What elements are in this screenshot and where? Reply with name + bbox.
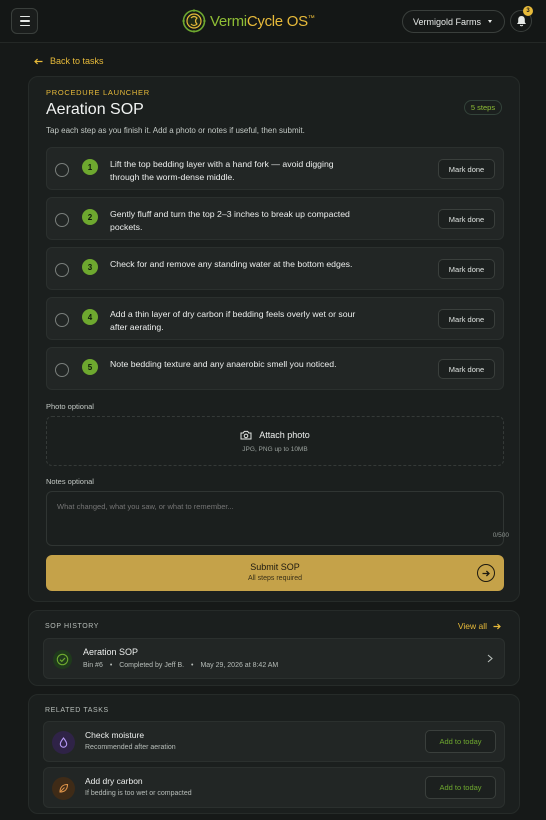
step-number: 1: [82, 159, 98, 175]
step-checkbox[interactable]: [55, 213, 69, 227]
mark-done-button[interactable]: Mark done: [438, 209, 495, 229]
chevron-right-icon: [487, 654, 493, 663]
task-subtitle: Recommended after aeration: [85, 744, 176, 751]
history-title: Aeration SOP: [83, 647, 139, 657]
step-number: 2: [82, 209, 98, 225]
caret-down-icon: [488, 20, 493, 23]
add-to-today-button[interactable]: Add to today: [425, 730, 496, 753]
step-item: 3 Check for and remove any standing wate…: [46, 247, 504, 290]
mark-done-button[interactable]: Mark done: [438, 159, 495, 179]
step-item: 5 Note bedding texture and any anaerobic…: [46, 347, 504, 390]
task-title: Add dry carbon: [85, 776, 143, 786]
notes-counter: 0/500: [492, 532, 509, 539]
sop-history-panel: SOP History View all Aeration SOP Bin #6…: [28, 610, 520, 686]
view-all-link[interactable]: View all: [458, 621, 501, 631]
menu-icon: [19, 15, 30, 18]
launcher-instructions: Tap each step as you finish it. Add a ph…: [46, 126, 305, 135]
step-checkbox[interactable]: [55, 263, 69, 277]
photo-hint: JPG, PNG up to 10MB: [242, 446, 308, 453]
step-number: 3: [82, 259, 98, 275]
step-checkbox[interactable]: [55, 313, 69, 327]
history-meta: Bin #6 • Completed by Jeff B. • May 29, …: [83, 662, 279, 669]
page-title: Aeration SOP: [46, 101, 144, 118]
photo-dropzone[interactable]: Attach photo JPG, PNG up to 10MB: [46, 416, 504, 466]
launcher-eyebrow: Procedure Launcher: [46, 88, 150, 97]
step-text: Lift the top bedding layer with a hand f…: [110, 159, 334, 182]
submit-sop-button[interactable]: Submit SOP All steps required: [46, 555, 504, 591]
related-task-item: Check moisture Recommended after aeratio…: [43, 721, 505, 762]
arrow-right-icon: [493, 623, 501, 629]
step-number: 5: [82, 359, 98, 375]
brand-name: VermiCycle OS™: [210, 12, 315, 30]
photo-label: Photo optional: [46, 402, 94, 411]
back-label: Back to tasks: [50, 56, 104, 66]
menu-button[interactable]: [11, 8, 38, 34]
task-subtitle: If bedding is too wet or compacted: [85, 790, 192, 797]
task-title: Check moisture: [85, 730, 145, 740]
related-task-item: Add dry carbon If bedding is too wet or …: [43, 767, 505, 808]
notes-label: Notes optional: [46, 477, 94, 486]
step-number: 4: [82, 309, 98, 325]
add-to-today-button[interactable]: Add to today: [425, 776, 496, 799]
notes-field[interactable]: [46, 491, 504, 546]
step-item: 4 Add a thin layer of dry carbon if bedd…: [46, 297, 504, 340]
procedure-launcher-panel: Procedure Launcher Aeration SOP 5 steps …: [28, 76, 520, 602]
top-bar: VermiCycle OS™ Vermigold Farms 3: [0, 0, 546, 43]
back-to-tasks-link[interactable]: Back to tasks: [34, 56, 104, 66]
camera-icon: [240, 430, 252, 440]
related-eyebrow: Related Tasks: [45, 707, 109, 714]
vermicycle-logo-icon: [182, 9, 206, 33]
history-item[interactable]: Aeration SOP Bin #6 • Completed by Jeff …: [43, 638, 505, 679]
step-item: 1 Lift the top bedding layer with a hand…: [46, 147, 504, 190]
check-circle-icon: [53, 650, 72, 669]
attach-photo-label: Attach photo: [259, 430, 310, 440]
arrow-right-icon: [477, 564, 495, 582]
farm-selector[interactable]: Vermigold Farms: [402, 10, 505, 33]
history-eyebrow: SOP History: [45, 623, 100, 630]
step-checkbox[interactable]: [55, 163, 69, 177]
droplet-icon: [52, 731, 75, 754]
step-text: Note bedding texture and any anaerobic s…: [110, 359, 337, 369]
farm-name: Vermigold Farms: [413, 16, 482, 27]
step-text: Add a thin layer of dry carbon if beddin…: [110, 309, 356, 332]
related-tasks-panel: Related Tasks Check moisture Recommended…: [28, 694, 520, 814]
mark-done-button[interactable]: Mark done: [438, 359, 495, 379]
app-logo[interactable]: VermiCycle OS™: [182, 9, 315, 33]
notification-badge: 3: [523, 6, 533, 16]
submit-sublabel: All steps required: [247, 575, 303, 582]
mark-done-button[interactable]: Mark done: [438, 259, 495, 279]
leaf-icon: [52, 777, 75, 800]
step-item: 2 Gently fluff and turn the top 2–3 inch…: [46, 197, 504, 240]
step-text: Check for and remove any standing water …: [110, 259, 353, 269]
step-text: Gently fluff and turn the top 2–3 inches…: [110, 209, 350, 232]
submit-label: Submit SOP: [250, 562, 300, 572]
arrow-left-icon: [34, 58, 43, 64]
bell-icon: [516, 16, 526, 27]
steps-count-badge: 5 steps: [464, 100, 502, 115]
mark-done-button[interactable]: Mark done: [438, 309, 495, 329]
step-checkbox[interactable]: [55, 363, 69, 377]
